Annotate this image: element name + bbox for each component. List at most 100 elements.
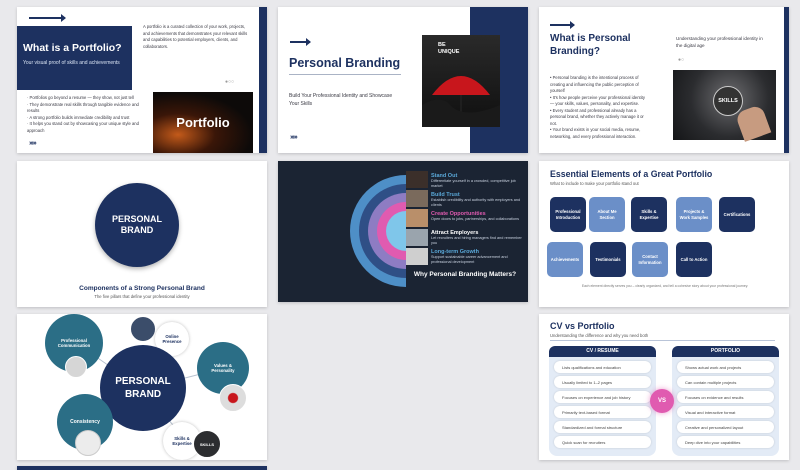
reason-desc: Let recruiters and hiring managers find … (431, 236, 522, 245)
slide-subtitle: Build Your Professional Identity and Sho… (289, 93, 393, 107)
cv-item: Quick scan for recruiters (554, 436, 651, 448)
photo-circle (65, 356, 87, 378)
cv-item: Usually limited to 1–2 pages (554, 376, 651, 388)
vs-label: VS (657, 398, 666, 404)
cv-item: Primarily text-based format (554, 406, 651, 418)
skills-badge: SKILLS (713, 86, 743, 116)
element-card: Projects & Work Samples (676, 197, 712, 232)
photo-strip (406, 171, 428, 266)
bullet-list: · Portfolios go beyond a resume — they s… (27, 95, 139, 134)
portfolio-image: Portfolio (153, 92, 253, 153)
side-bar (784, 7, 789, 153)
slide-thumbnail-why-branding-matters[interactable]: Stand Out Differentiate yourself in a cr… (278, 161, 528, 302)
slide-subtitle: Understanding the difference and why you… (550, 333, 649, 338)
chevron-icons: ››››› (290, 134, 298, 141)
reason-item: Long-term Growth Support sustainable car… (431, 249, 523, 268)
umbrella-image: BE UNIQUE (422, 35, 500, 127)
title-underline (289, 74, 401, 75)
reasons-list: Stand Out Differentiate yourself in a cr… (431, 173, 523, 268)
bullet-item: • Every student and professional already… (550, 107, 644, 126)
photo-circle: SKILLS (193, 430, 221, 458)
reason-desc: Differentiate yourself in a crowded, com… (431, 179, 516, 188)
skills-photo-text: SKILLS (199, 441, 215, 447)
reason-desc: Establish credibility and authority with… (431, 198, 521, 207)
slide-title: What is Personal Branding? (550, 33, 631, 57)
bullet-item: • Your brand exists in your social media… (550, 127, 641, 139)
arrow-decoration (550, 21, 575, 29)
bullet-list: • Personal branding is the intentional p… (550, 75, 650, 140)
element-card: Call to Action (676, 242, 712, 277)
center-personal-brand: PERSONAL BRAND (100, 345, 186, 431)
cv-column: CV / RESUME Lists qualifications and edu… (549, 346, 656, 456)
photo-tile (406, 190, 428, 208)
cv-header: CV / RESUME (549, 346, 656, 357)
image-caption: SKILLS (718, 98, 738, 104)
circle-text: PERSONAL BRAND (111, 214, 162, 235)
node-label: Skills & Expertise (172, 435, 192, 447)
element-card: Testimonials (590, 242, 626, 277)
arrow-decoration (29, 14, 66, 22)
pagination-dots: ●○ (678, 57, 685, 63)
reason-item: Create Opportunities Open doors to jobs,… (431, 211, 523, 230)
bullet-item: · It helps you stand out by showcasing y… (27, 121, 139, 133)
portfolio-header: PORTFOLIO (672, 346, 779, 357)
slide-title: CV vs Portfolio (550, 321, 615, 331)
node-label: Online Presence (162, 333, 182, 345)
slide-title: Essential Elements of a Great Portfolio (550, 169, 713, 179)
reason-item: Attract Employers Let recruiters and hir… (431, 230, 523, 249)
red-umbrella-icon (422, 76, 500, 127)
portfolio-item: Focuses on evidence and results (677, 391, 774, 403)
bullet-item: · Portfolios go beyond a resume — they s… (27, 95, 134, 100)
slide-thumbnail-cv-vs-portfolio[interactable]: CV vs Portfolio Understanding the differ… (539, 314, 789, 460)
element-card: Certifications (719, 197, 755, 232)
slide-thumbnail-components[interactable]: PERSONAL BRAND Components of a Strong Pe… (17, 161, 267, 307)
bullet-item: · They demonstrate real skills through t… (27, 101, 139, 114)
element-card: Achievements (547, 242, 583, 277)
photo-tile (406, 209, 428, 227)
photo-circle (219, 384, 247, 412)
slide-thumbnail-personal-branding[interactable]: Personal Branding Build Your Professiona… (278, 7, 528, 153)
photo-circle (75, 430, 101, 456)
slide-subtitle: The five pillars that define your profes… (94, 294, 190, 299)
hand-shape (734, 104, 772, 142)
center-label: PERSONAL BRAND (115, 376, 171, 400)
photo-circle (130, 316, 156, 342)
chevron-icons: ››››› (29, 140, 37, 147)
cv-item: Lists qualifications and education (554, 361, 651, 373)
slide-thumbnail-partial[interactable] (17, 466, 267, 470)
slide-subtitle: What to include to make your portfolio s… (550, 181, 639, 186)
reason-desc: Support sustainable career advancement a… (431, 255, 508, 264)
intro-paragraph: A portfolio is a curated collection of y… (143, 24, 248, 49)
slide-thumbnail-brand-hub[interactable]: Professional Communication Online Presen… (17, 314, 267, 460)
cv-item: Focuses on experience and job history (554, 391, 651, 403)
side-bar (259, 7, 267, 153)
slide-thumbnail-what-is-personal-branding[interactable]: What is Personal Branding? Understanding… (539, 7, 789, 153)
element-card: Professional Introduction (550, 197, 586, 232)
node-label: Professional Communication (57, 337, 91, 349)
element-card: Skills & Expertise (631, 197, 667, 232)
slide-caption: Why Personal Branding Matters? (413, 271, 517, 278)
slide-thumbnail-what-is-portfolio[interactable]: What is a Portfolio? Your visual proof o… (17, 7, 267, 153)
element-card: About Me Section (589, 197, 625, 232)
title-band: What is a Portfolio? Your visual proof o… (17, 26, 132, 90)
node-label: Values & Personality (211, 362, 235, 374)
slide-tagline: Understanding your professional identity… (676, 36, 763, 48)
personal-brand-circle: PERSONAL BRAND (95, 183, 179, 267)
slide-thumbnail-essential-elements[interactable]: Essential Elements of a Great Portfolio … (539, 161, 789, 307)
portfolio-item: Can contain multiple projects (677, 376, 774, 388)
cv-item: Standardized and formal structure (554, 421, 651, 433)
node-label: Consistency (70, 419, 100, 425)
photo-tile (406, 247, 428, 266)
slide-title: Personal Branding (289, 56, 401, 70)
slide-footer: Each element directly serves you – clear… (581, 284, 749, 288)
slide-subtitle: Your visual proof of skills and achievem… (23, 60, 120, 66)
image-caption: Portfolio (176, 115, 230, 130)
portfolio-column: PORTFOLIO Shows actual work and projects… (672, 346, 779, 456)
skills-image: SKILLS (673, 70, 776, 142)
bullet-item: • Personal branding is the intentional p… (550, 75, 639, 93)
portfolio-item: Deep dive into your capabilities (677, 436, 774, 448)
pagination-dots: ●○○ (225, 79, 235, 85)
reason-desc: Open doors to jobs, partnerships, and co… (431, 217, 520, 221)
photo-tile (406, 228, 428, 246)
reason-item: Build Trust Establish credibility and au… (431, 192, 523, 211)
